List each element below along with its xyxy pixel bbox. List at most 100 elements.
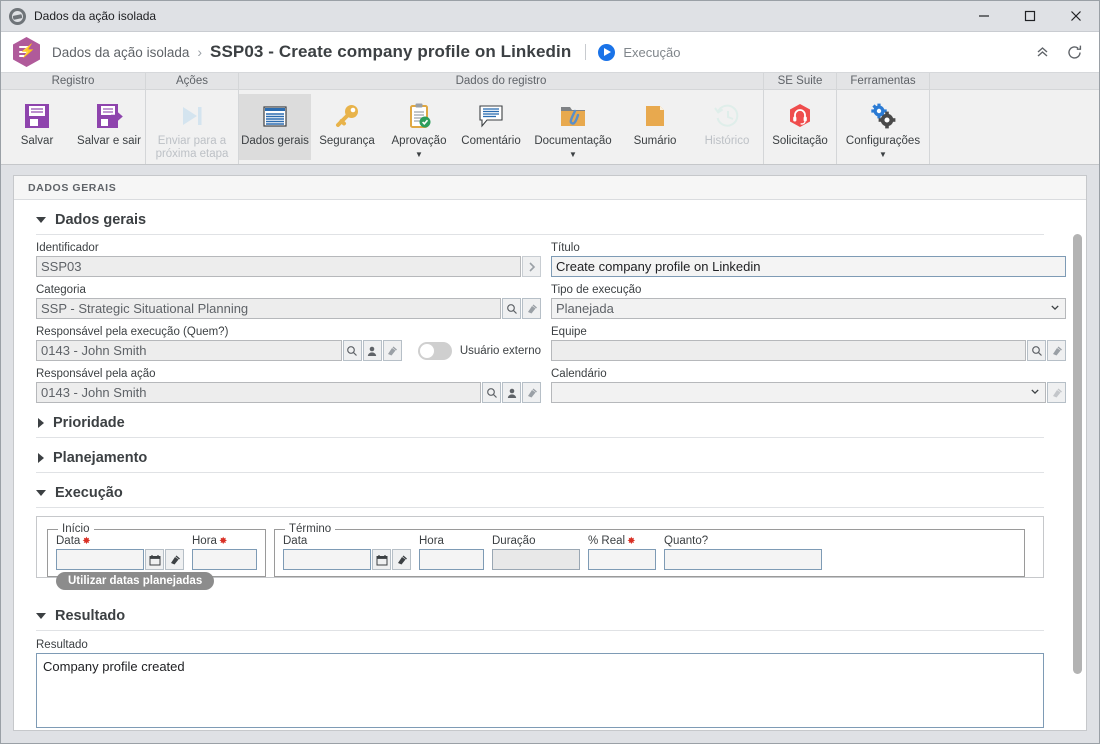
chevron-right-icon[interactable] (522, 256, 541, 277)
section-header-prioridade[interactable]: Prioridade (36, 403, 1044, 438)
responsavel-execucao-input[interactable]: 0143 - John Smith (36, 340, 342, 361)
resultado-textarea[interactable]: Company profile created (36, 653, 1044, 728)
field-label: Categoria (36, 284, 86, 296)
inicio-group: Início Data ✸ Hora ✸ Utilizar datas plan… (47, 523, 266, 590)
ribbon-button-solicitacao[interactable]: Solicitação (764, 94, 836, 160)
section-header-planejamento[interactable]: Planejamento (36, 438, 1044, 473)
search-icon[interactable] (1027, 340, 1046, 361)
section-title: Dados gerais (55, 212, 147, 228)
equipe-input[interactable] (551, 340, 1026, 361)
ribbon-button-documentacao[interactable]: Documentação ▼ (527, 94, 619, 160)
search-icon[interactable] (342, 340, 362, 361)
clear-brush-icon[interactable] (382, 340, 402, 361)
quanto-input[interactable] (664, 549, 822, 570)
label-text: Data (56, 535, 81, 547)
ribbon-button-salvar[interactable]: Salvar (1, 94, 73, 160)
ribbon-group-title: Ferramentas (837, 73, 929, 90)
ribbon-button-aprovacao[interactable]: Aprovação ▼ (383, 94, 455, 160)
title-bar: Dados da ação isolada (1, 1, 1099, 32)
form-row-responsavel-acao-calendario: Responsável pela ação 0143 - John Smith (36, 368, 1066, 403)
clear-brush-icon[interactable] (1047, 382, 1066, 403)
field-label: Hora (419, 535, 444, 547)
clear-brush-icon[interactable] (522, 382, 541, 403)
label-text: % Real (588, 535, 626, 547)
ribbon-button-label: Comentário (461, 135, 521, 147)
calendar-icon[interactable] (145, 549, 164, 570)
termino-data-input[interactable] (283, 549, 371, 570)
chevron-down-icon[interactable]: ▼ (879, 151, 887, 159)
field-inicio-hora: Hora ✸ (192, 535, 257, 570)
field-label: Equipe (551, 326, 587, 338)
maximize-icon[interactable] (1007, 1, 1053, 32)
brand-hexagon-icon: ⚡ (13, 37, 40, 67)
field-categoria: Categoria SSP - Strategic Situational Pl… (36, 284, 541, 319)
vertical-scrollbar[interactable] (1073, 234, 1082, 674)
search-icon[interactable] (502, 298, 521, 319)
user-icon[interactable] (362, 340, 382, 361)
window-title: Dados da ação isolada (34, 9, 157, 23)
calendar-icon[interactable] (372, 549, 391, 570)
inicio-data-input[interactable] (56, 549, 144, 570)
chevrons-up-icon[interactable] (1027, 37, 1057, 67)
user-icon[interactable] (502, 382, 521, 403)
section-header-execucao[interactable]: Execução (36, 473, 1044, 508)
dados-gerais-panel: DADOS GERAIS Dados gerais Identificador (13, 175, 1087, 731)
section-header-dados-gerais[interactable]: Dados gerais (36, 200, 1044, 235)
categoria-input[interactable]: SSP - Strategic Situational Planning (36, 298, 501, 319)
ribbon-button-seguranca[interactable]: Segurança (311, 94, 383, 160)
usuario-externo-toggle-group[interactable]: Usuário externo (417, 340, 541, 361)
chevron-down-icon[interactable]: ▼ (415, 151, 423, 159)
usuario-externo-toggle[interactable] (417, 341, 452, 360)
field-inicio-data: Data ✸ (56, 535, 184, 570)
clear-brush-icon[interactable] (165, 549, 184, 570)
pct-real-input[interactable] (588, 549, 656, 570)
breadcrumb-separator: › (197, 44, 203, 60)
clear-brush-icon[interactable] (522, 298, 541, 319)
panel-body: Dados gerais Identificador SSP03 Título … (14, 200, 1086, 730)
save-icon (22, 99, 52, 133)
calendario-select[interactable] (551, 382, 1046, 403)
ribbon-button-label: Salvar e sair (77, 135, 141, 147)
ribbon-button-dados-gerais[interactable]: Dados gerais (239, 94, 311, 160)
triangle-right-icon (38, 453, 44, 463)
breadcrumb-root[interactable]: Dados da ação isolada (52, 45, 189, 60)
titulo-input[interactable]: Create company profile on Linkedin (551, 256, 1066, 277)
section-header-resultado[interactable]: Resultado (36, 596, 1044, 631)
key-icon (332, 99, 362, 133)
tipo-execucao-select[interactable]: Planejada (551, 298, 1066, 319)
ribbon-group-title: SE Suite (764, 73, 836, 90)
ribbon-button-label: Documentação (534, 135, 612, 147)
close-icon[interactable] (1053, 1, 1099, 32)
field-label: Identificador (36, 242, 99, 254)
termino-hora-input[interactable] (419, 549, 484, 570)
refresh-icon[interactable] (1059, 37, 1089, 67)
triangle-down-icon (36, 613, 46, 619)
field-label: % Real ✸ (588, 535, 656, 547)
termino-group: Término Data Hora Duração % Real ✸ Quant… (274, 523, 1025, 577)
identificador-input[interactable]: SSP03 (36, 256, 521, 277)
responsavel-acao-input[interactable]: 0143 - John Smith (36, 382, 481, 403)
utilizar-datas-planejadas-button[interactable]: Utilizar datas planejadas (56, 572, 215, 590)
ribbon-button-comentario[interactable]: Comentário (455, 94, 527, 160)
ribbon-button-label: Histórico (704, 135, 750, 147)
ribbon-button-label: Aprovação (391, 135, 447, 147)
minimize-icon[interactable] (961, 1, 1007, 32)
duracao-input (492, 549, 580, 570)
ribbon-button-salvar-e-sair[interactable]: Salvar e sair (73, 94, 145, 160)
chevron-down-icon[interactable]: ▼ (569, 151, 577, 159)
clear-brush-icon[interactable] (1047, 340, 1066, 361)
comment-icon (476, 99, 506, 133)
ribbon-button-sumario[interactable]: Sumário (619, 94, 691, 160)
ribbon-button-configuracoes[interactable]: Configurações ▼ (837, 94, 929, 160)
execution-status-icon (598, 43, 616, 61)
scrollbar-thumb[interactable] (1073, 234, 1082, 674)
termino-legend: Término (289, 523, 332, 535)
summary-page-icon (640, 99, 670, 133)
approval-clipboard-icon (404, 99, 434, 133)
field-label: Calendário (551, 368, 607, 380)
ribbon-group-title: Dados do registro (239, 73, 763, 90)
chevron-down-icon (1051, 305, 1059, 310)
search-icon[interactable] (482, 382, 501, 403)
clear-brush-icon[interactable] (392, 549, 411, 570)
inicio-hora-input[interactable] (192, 549, 257, 570)
